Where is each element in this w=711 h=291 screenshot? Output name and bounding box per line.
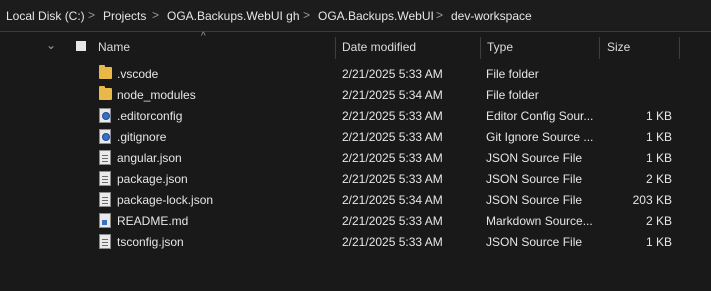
file-date: 2/21/2025 5:34 AM	[342, 193, 443, 207]
breadcrumb-item-webui-gh[interactable]: OGA.Backups.WebUI gh	[167, 9, 300, 23]
file-type: Git Ignore Source ...	[486, 130, 594, 144]
sort-ascending-icon: ^	[201, 31, 206, 42]
file-row-package-lock-json[interactable]: package-lock.json 2/21/2025 5:34 AM JSON…	[0, 189, 711, 210]
file-list: .vscode 2/21/2025 5:33 AM File folder no…	[0, 63, 711, 252]
folder-icon	[99, 86, 112, 100]
chevron-right-icon[interactable]: >	[88, 8, 95, 22]
file-size: 1 KB	[645, 130, 672, 144]
file-type: Editor Config Sour...	[486, 109, 594, 123]
file-name: package-lock.json	[117, 193, 214, 207]
file-type: JSON Source File	[486, 235, 583, 249]
json-file-icon	[99, 192, 111, 207]
file-row-node-modules[interactable]: node_modules 2/21/2025 5:34 AM File fold…	[0, 84, 711, 105]
file-row-editorconfig[interactable]: .editorconfig 2/21/2025 5:33 AM Editor C…	[0, 105, 711, 126]
file-type: File folder	[486, 88, 539, 102]
breadcrumb: Local Disk (C:) > Projects > OGA.Backups…	[0, 0, 711, 32]
file-size: 203 KB	[632, 193, 672, 207]
breadcrumb-item-dev-workspace[interactable]: dev-workspace	[451, 9, 532, 23]
file-name: .editorconfig	[117, 109, 183, 123]
file-date: 2/21/2025 5:33 AM	[342, 151, 443, 165]
file-date: 2/21/2025 5:33 AM	[342, 109, 443, 123]
folder-icon	[99, 65, 112, 79]
file-type: JSON Source File	[486, 151, 583, 165]
file-size: 1 KB	[645, 151, 672, 165]
file-type: JSON Source File	[486, 193, 583, 207]
chevron-right-icon[interactable]: >	[303, 8, 310, 22]
file-name: package.json	[117, 172, 188, 186]
file-name: angular.json	[117, 151, 182, 165]
json-file-icon	[99, 150, 111, 165]
file-size: 2 KB	[645, 172, 672, 186]
file-name: README.md	[117, 214, 189, 228]
file-date: 2/21/2025 5:33 AM	[342, 130, 443, 144]
file-size: 1 KB	[645, 235, 672, 249]
file-row-tsconfig-json[interactable]: tsconfig.json 2/21/2025 5:33 AM JSON Sou…	[0, 231, 711, 252]
column-divider[interactable]	[480, 37, 481, 59]
breadcrumb-item-local-disk[interactable]: Local Disk (C:)	[6, 9, 85, 23]
breadcrumb-item-webui[interactable]: OGA.Backups.WebUI	[318, 9, 434, 23]
column-header-type[interactable]: Type	[487, 40, 513, 54]
file-name: node_modules	[117, 88, 196, 102]
file-row-angular-json[interactable]: angular.json 2/21/2025 5:33 AM JSON Sour…	[0, 147, 711, 168]
settings-file-icon	[99, 129, 111, 144]
chevron-right-icon[interactable]: >	[152, 8, 159, 22]
file-type: JSON Source File	[486, 172, 583, 186]
file-name: .gitignore	[117, 130, 167, 144]
column-header-name[interactable]: Name	[98, 40, 130, 54]
settings-file-icon	[99, 108, 111, 123]
file-date: 2/21/2025 5:33 AM	[342, 67, 443, 81]
file-name: .vscode	[117, 67, 159, 81]
json-file-icon	[99, 234, 111, 249]
column-divider[interactable]	[679, 37, 680, 59]
file-type: File folder	[486, 67, 539, 81]
file-date: 2/21/2025 5:33 AM	[342, 214, 443, 228]
file-date: 2/21/2025 5:34 AM	[342, 88, 443, 102]
file-size: 2 KB	[645, 214, 672, 228]
chevron-down-icon[interactable]: ⌄	[46, 38, 56, 52]
column-header-row: ⌄ ^ Name Date modified Type Size	[0, 31, 711, 60]
column-divider[interactable]	[599, 37, 600, 59]
file-type: Markdown Source...	[486, 214, 593, 228]
column-divider[interactable]	[335, 37, 336, 59]
markdown-file-icon	[99, 213, 111, 228]
file-row-readme[interactable]: README.md 2/21/2025 5:33 AM Markdown Sou…	[0, 210, 711, 231]
chevron-right-icon[interactable]: >	[436, 8, 443, 22]
breadcrumb-item-projects[interactable]: Projects	[103, 9, 146, 23]
file-date: 2/21/2025 5:33 AM	[342, 172, 443, 186]
file-date: 2/21/2025 5:33 AM	[342, 235, 443, 249]
column-header-size[interactable]: Size	[607, 40, 630, 54]
file-name: tsconfig.json	[117, 235, 184, 249]
file-row-package-json[interactable]: package.json 2/21/2025 5:33 AM JSON Sour…	[0, 168, 711, 189]
column-header-date[interactable]: Date modified	[342, 40, 416, 54]
select-all-checkbox[interactable]	[76, 41, 86, 51]
file-row-vscode[interactable]: .vscode 2/21/2025 5:33 AM File folder	[0, 63, 711, 84]
file-row-gitignore[interactable]: .gitignore 2/21/2025 5:33 AM Git Ignore …	[0, 126, 711, 147]
json-file-icon	[99, 171, 111, 186]
file-size: 1 KB	[645, 109, 672, 123]
